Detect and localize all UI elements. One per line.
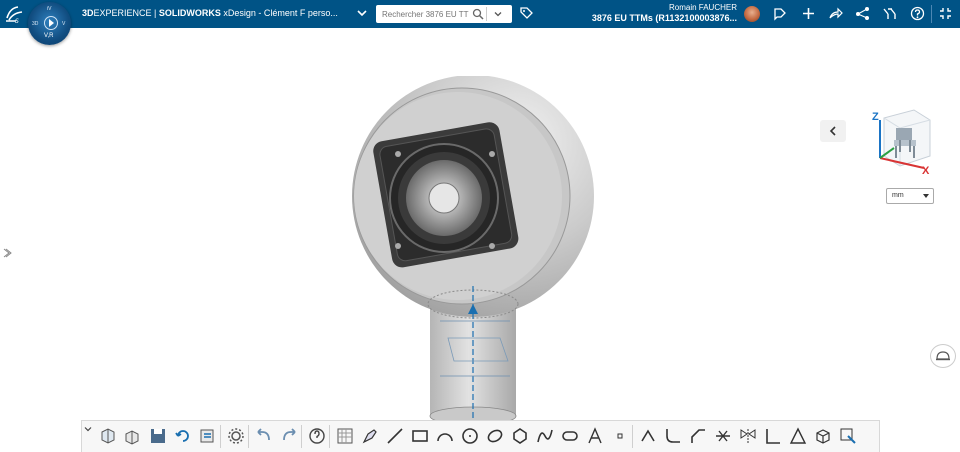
circle-icon[interactable] xyxy=(460,426,480,446)
text-icon[interactable] xyxy=(585,426,605,446)
manage-icon[interactable] xyxy=(198,426,218,446)
compass-top-label: iV xyxy=(47,6,52,12)
pen-icon[interactable] xyxy=(360,426,380,446)
top-bar: S 3DEXPERIENCE | SOLIDWORKS xDesign - Cl… xyxy=(0,0,960,28)
header-divider xyxy=(931,5,932,23)
share-chat-icon[interactable] xyxy=(772,6,787,21)
triangle-icon[interactable] xyxy=(788,426,808,446)
toolbar-separator xyxy=(329,425,330,448)
settings-icon[interactable] xyxy=(226,426,246,446)
refresh-icon[interactable] xyxy=(173,426,193,446)
viewcube[interactable]: Z X xyxy=(870,108,934,174)
offset-icon[interactable] xyxy=(638,426,658,446)
toolbar-separator xyxy=(632,425,633,448)
collaborative-space[interactable]: 3876 EU TTMs (R1132100003876... xyxy=(568,13,737,23)
fillet-icon[interactable] xyxy=(663,426,683,446)
expand-left-panel-icon[interactable] xyxy=(2,247,12,259)
search-icon[interactable] xyxy=(472,8,484,20)
share-network-icon[interactable] xyxy=(855,6,870,21)
convert-icon[interactable] xyxy=(838,426,858,446)
arc-icon[interactable] xyxy=(435,426,455,446)
chevron-left-icon xyxy=(829,126,836,136)
new-part-icon[interactable] xyxy=(98,426,118,446)
axis-x-label: X xyxy=(922,165,930,174)
title-chevron-down-icon[interactable] xyxy=(357,8,367,18)
trim-icon[interactable] xyxy=(713,426,733,446)
speaker-model[interactable] xyxy=(340,76,610,446)
redo-icon[interactable] xyxy=(279,426,299,446)
rectangle-icon[interactable] xyxy=(410,426,430,446)
units-value: mm xyxy=(892,192,904,199)
search-input[interactable] xyxy=(376,5,477,23)
new-assembly-icon[interactable] xyxy=(123,426,143,446)
help-icon[interactable] xyxy=(910,6,925,21)
help-icon[interactable] xyxy=(307,426,327,446)
polygon-icon[interactable] xyxy=(510,426,530,446)
units-select[interactable]: mm xyxy=(886,188,934,204)
axis-z-label: Z xyxy=(872,111,879,123)
line-icon[interactable] xyxy=(385,426,405,446)
collapse-panel-button[interactable] xyxy=(820,120,846,142)
expand-toolbar-icon[interactable] xyxy=(84,425,92,433)
toolbar-separator xyxy=(301,425,302,448)
toolbar-separator xyxy=(220,425,221,448)
compass-label: V,R xyxy=(44,33,54,39)
cube-icon[interactable] xyxy=(813,426,833,446)
action-bar xyxy=(81,420,880,452)
extend-icon[interactable] xyxy=(763,426,783,446)
compass-left-label: 3D xyxy=(32,21,39,27)
mirror-icon[interactable] xyxy=(738,426,758,446)
compass-right-label: V xyxy=(62,21,66,27)
units-dropdown-icon xyxy=(923,194,929,198)
save-icon[interactable] xyxy=(148,426,168,446)
user-name: Romain FAUCHER xyxy=(668,3,737,12)
slot-icon[interactable] xyxy=(560,426,580,446)
compass-apps-icon[interactable] xyxy=(882,6,897,21)
svg-text:S: S xyxy=(15,18,19,24)
toolbar-separator xyxy=(248,425,249,448)
chamfer-icon[interactable] xyxy=(688,426,708,446)
undo-icon[interactable] xyxy=(254,426,274,446)
ellipse-icon[interactable] xyxy=(485,426,505,446)
search-dropdown-icon[interactable] xyxy=(493,9,503,19)
app-title: 3DEXPERIENCE | SOLIDWORKS xDesign - Clém… xyxy=(82,8,338,18)
search-box[interactable] xyxy=(376,5,512,23)
add-icon[interactable] xyxy=(801,6,816,21)
spline-icon[interactable] xyxy=(535,426,555,446)
share-arrow-icon[interactable] xyxy=(828,6,843,21)
avatar[interactable] xyxy=(744,6,760,22)
mcad-hat-button[interactable] xyxy=(930,344,956,368)
tag-icon[interactable] xyxy=(519,6,534,21)
ds-logo-icon: S xyxy=(6,6,23,24)
compass-widget[interactable]: iV 3D V V,R xyxy=(28,2,71,45)
search-divider xyxy=(486,7,487,21)
compass-play-icon[interactable] xyxy=(44,16,58,30)
3d-viewport[interactable]: Z X mm xyxy=(0,28,960,448)
hard-hat-icon xyxy=(936,351,950,361)
fullscreen-icon[interactable] xyxy=(938,6,953,21)
sketch-grid-icon[interactable] xyxy=(335,426,355,446)
point-icon[interactable] xyxy=(610,426,630,446)
